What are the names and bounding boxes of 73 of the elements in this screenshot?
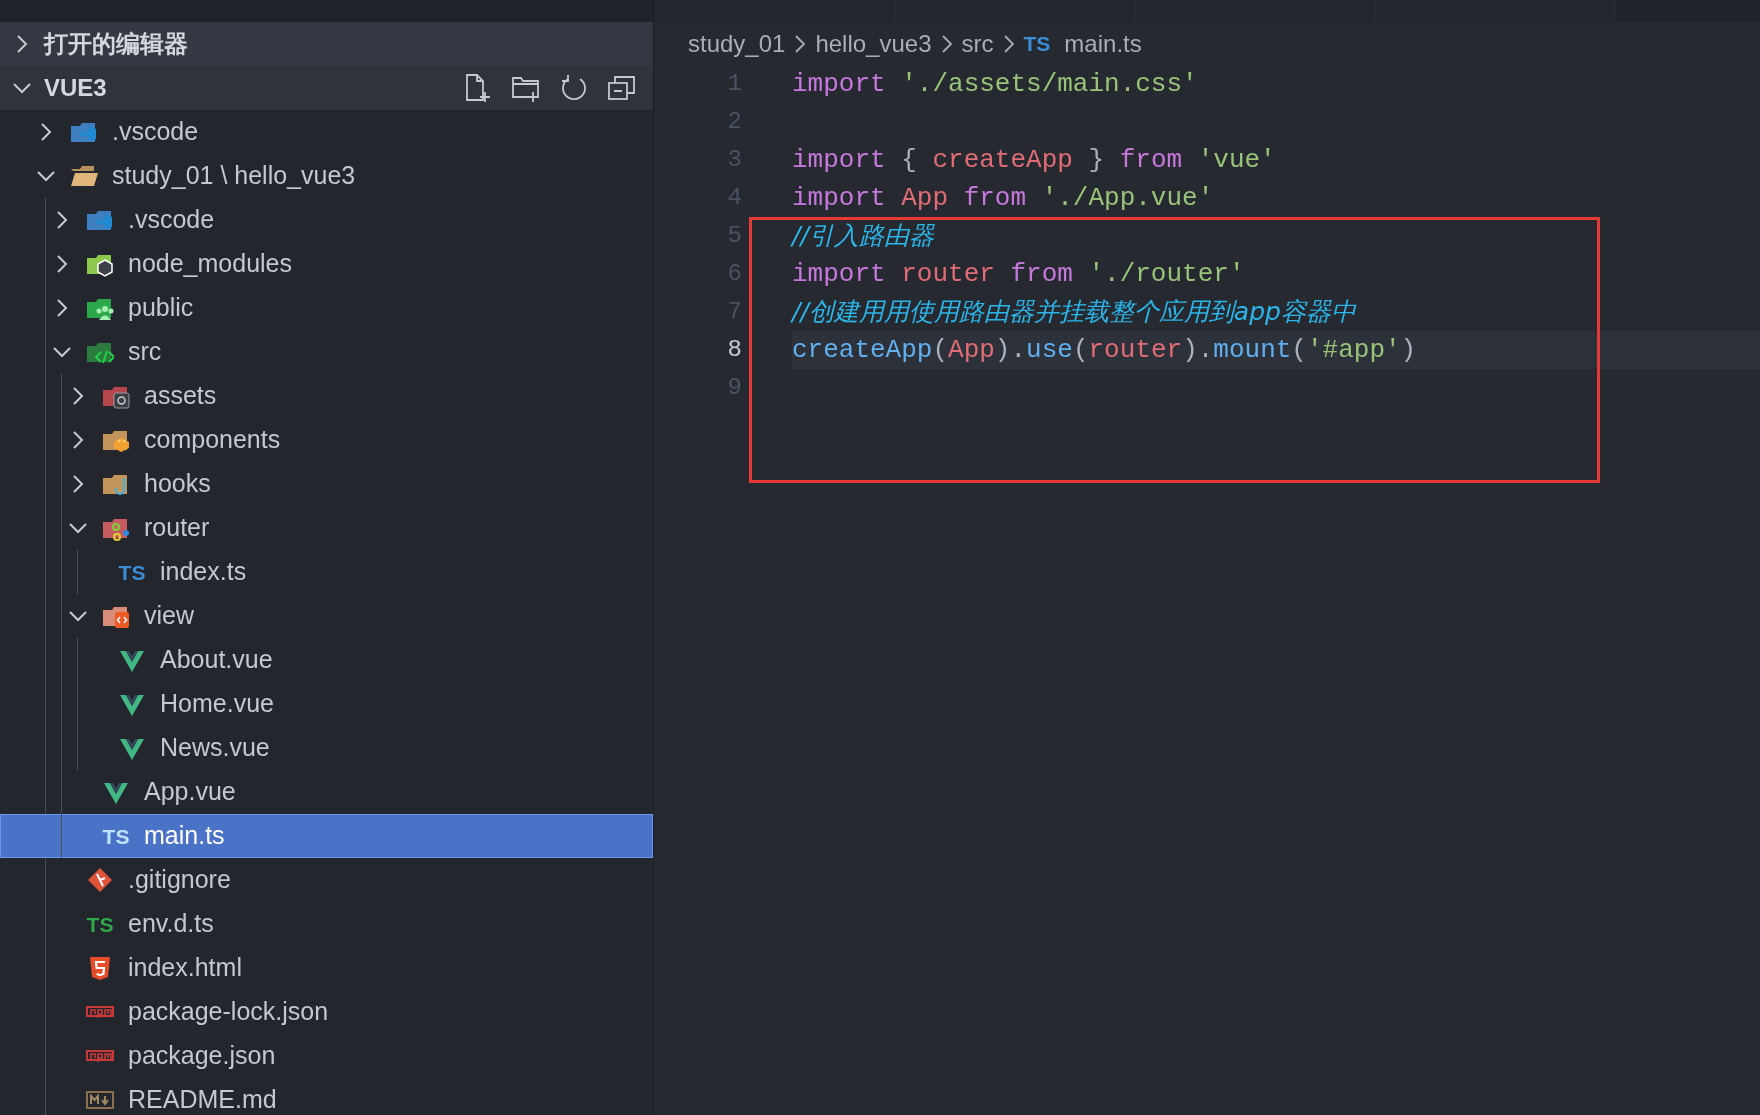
item-label: study_01 \ hello_vue3 — [112, 160, 356, 192]
section-title: 打开的编辑器 — [44, 29, 188, 59]
item-label: About.vue — [160, 644, 273, 676]
typescript-icon: TS — [86, 913, 114, 935]
tree-item[interactable]: view — [0, 594, 653, 638]
code-line: import App from './App.vue' — [792, 181, 1215, 215]
tree-item[interactable]: src — [0, 330, 653, 374]
item-label: main.ts — [144, 820, 225, 852]
tree-item[interactable]: .vscode — [0, 198, 653, 242]
typescript-icon: TS — [102, 825, 130, 847]
item-label: .gitignore — [128, 864, 231, 896]
section-title: VUE3 — [44, 73, 107, 103]
collapse-all-icon — [607, 73, 637, 103]
tree-item[interactable]: README.md — [0, 1078, 653, 1115]
item-label: README.md — [128, 1084, 277, 1115]
tree-item[interactable]: package.json — [0, 1034, 653, 1078]
item-label: index.ts — [160, 556, 247, 588]
tree-item[interactable]: TS index.ts — [0, 550, 653, 594]
line-number: 8 — [726, 335, 742, 365]
item-label: env.d.ts — [128, 908, 214, 940]
breadcrumb-item[interactable]: main.ts — [1064, 25, 1142, 62]
code-line: import './assets/main.css' — [792, 67, 1199, 101]
typescript-icon: TS — [1023, 27, 1051, 60]
breadcrumb-item[interactable]: src — [961, 25, 994, 62]
item-label: package-lock.json — [128, 996, 329, 1028]
tree-item[interactable]: components — [0, 418, 653, 462]
item-label: package.json — [128, 1040, 276, 1072]
tree-item[interactable]: assets — [0, 374, 653, 418]
section-header[interactable]: VUE3 — [0, 66, 653, 110]
code-line: //创建用用使用路由器并挂载整个应用到app容器中 — [792, 296, 1358, 329]
tree-item[interactable]: About.vue — [0, 638, 653, 682]
tree-item[interactable]: Home.vue — [0, 682, 653, 726]
tree-item[interactable]: .vscode — [0, 110, 653, 154]
tree-item[interactable]: hooks — [0, 462, 653, 506]
tree-item[interactable]: node_modules — [0, 242, 653, 286]
tree-item[interactable]: router — [0, 506, 653, 550]
tree-item[interactable]: .gitignore — [0, 858, 653, 902]
section-header[interactable]: 打开的编辑器 — [0, 22, 653, 66]
code-line: import router from './router' — [792, 257, 1246, 291]
item-label: hooks — [144, 468, 211, 500]
item-label: src — [128, 336, 162, 368]
tree-item[interactable]: App.vue — [0, 770, 653, 814]
tree-item[interactable]: public — [0, 286, 653, 330]
item-label: Home.vue — [160, 688, 274, 720]
chevron-right-icon — [793, 32, 808, 55]
breadcrumb-item[interactable]: study_01 — [688, 25, 786, 62]
code-line: import { createApp } from 'vue' — [792, 143, 1277, 177]
diamond-branch-icon — [86, 866, 114, 894]
tree-item[interactable]: TS main.ts — [0, 814, 653, 858]
item-label: components — [144, 424, 281, 456]
tree-item[interactable]: study_01 \ hello_vue3 — [0, 154, 653, 198]
new-file-icon — [463, 73, 493, 103]
item-label: assets — [144, 380, 217, 412]
item-label: .vscode — [112, 116, 199, 148]
item-label: News.vue — [160, 732, 270, 764]
item-label: node_modules — [128, 248, 292, 280]
chevron-right-icon — [1001, 32, 1016, 55]
item-label: index.html — [128, 952, 242, 984]
code-line: //引入路由器 — [792, 220, 936, 253]
refresh-icon — [559, 73, 589, 103]
typescript-icon: TS — [118, 561, 146, 583]
breadcrumb-item[interactable]: hello_vue3 — [815, 25, 932, 62]
tree-item[interactable]: index.html — [0, 946, 653, 990]
item-label: public — [128, 292, 194, 324]
tree-item[interactable]: News.vue — [0, 726, 653, 770]
tree-item[interactable]: package-lock.json — [0, 990, 653, 1034]
item-label: App.vue — [144, 776, 236, 808]
editor-tab[interactable] — [654, 0, 895, 22]
chevron-right-icon — [939, 32, 954, 55]
item-label: router — [144, 512, 210, 544]
item-label: view — [144, 600, 194, 632]
tree-item[interactable]: TS env.d.ts — [0, 902, 653, 946]
item-label: .vscode — [128, 204, 215, 236]
